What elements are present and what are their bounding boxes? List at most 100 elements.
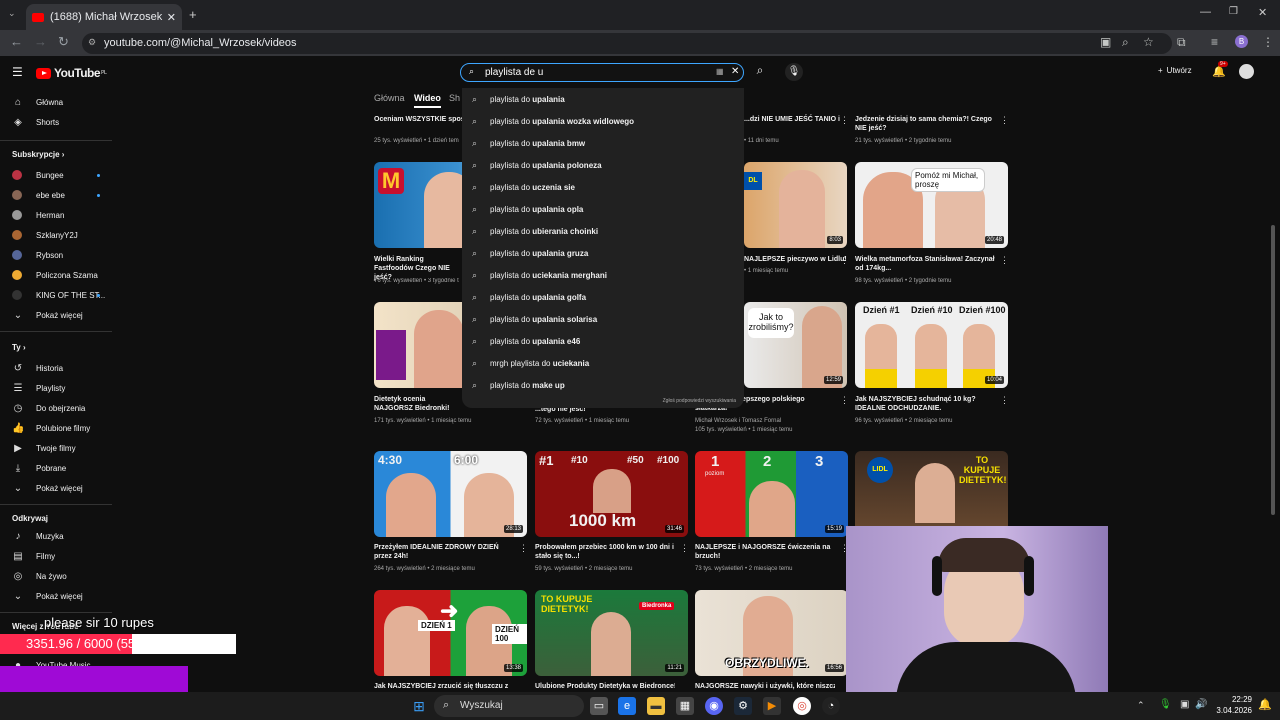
sidebar-item-shorts[interactable]: ◈ Shorts xyxy=(12,115,59,129)
browser-tab[interactable]: (1688) Michał Wrzosek - YouTu ✕ xyxy=(26,4,182,30)
task-view-icon[interactable]: ▭ xyxy=(590,697,608,715)
search-suggestion[interactable]: ⌕ playlista do upalania opla xyxy=(472,202,583,216)
page-scrollbar[interactable] xyxy=(1271,225,1275,515)
chrome-icon[interactable]: ◎ xyxy=(793,697,811,715)
network-icon[interactable]: ▣ xyxy=(1180,699,1189,710)
search-input[interactable]: ⌕ playlista de u ▦ ✕ xyxy=(460,63,744,82)
you-header[interactable]: Ty › xyxy=(12,343,26,352)
obs-icon[interactable]: ◔ xyxy=(822,697,840,715)
sidebar-sub-king[interactable]: KING OF THE ST... xyxy=(12,288,105,302)
more-actions-icon[interactable]: ⋮ xyxy=(1000,255,1009,266)
search-suggestion[interactable]: ⌕ playlista do upalania xyxy=(472,92,565,106)
more-actions-icon[interactable]: ⋮ xyxy=(840,115,849,126)
tab-shorts[interactable]: Sh xyxy=(449,93,460,103)
subscriptions-header[interactable]: Subskrypcje › xyxy=(12,150,64,159)
video-title[interactable]: Dietetyk ocenia NAJGORSZ Biedronki! xyxy=(374,395,460,413)
sidebar-show-more-you[interactable]: ⌄ Pokaż więcej xyxy=(12,481,83,495)
sidebar-item-movies[interactable]: ▤ Filmy xyxy=(12,549,55,563)
media-app-icon[interactable]: ▶ xyxy=(763,697,781,715)
video-title[interactable]: NAJGORSZE nawyki i używki, które niszczą xyxy=(695,682,835,691)
sidebar-item-home[interactable]: ⌂ Główna xyxy=(12,95,63,109)
search-suggestion[interactable]: ⌕ playlista do upalania wozka widlowego xyxy=(472,114,634,128)
site-info-icon[interactable]: ⚙ xyxy=(88,37,96,48)
voice-search-icon[interactable]: 🎙 xyxy=(785,63,803,81)
notification-center-icon[interactable]: 🔔 xyxy=(1258,698,1272,711)
video-thumbnail[interactable]: OBRZYDLIWE. 16:56 xyxy=(695,590,848,676)
profile-avatar[interactable]: B xyxy=(1235,35,1248,48)
sidebar-item-liked[interactable]: 👍 Polubione filmy xyxy=(12,421,90,435)
search-suggestion[interactable]: ⌕ playlista do upalania bmw xyxy=(472,136,585,150)
sidebar-sub-policzona[interactable]: Policzona Szama xyxy=(12,268,98,282)
keyboard-icon[interactable]: ▦ xyxy=(716,67,724,76)
clear-search-icon[interactable]: ✕ xyxy=(731,66,739,77)
sidebar-item-history[interactable]: ↺ Historia xyxy=(12,361,63,375)
video-title[interactable]: Ulubione Produkty Dietetyka w Biedronce! xyxy=(535,682,675,691)
sidebar-sub-rybson[interactable]: Rybson xyxy=(12,248,63,262)
install-icon[interactable]: ▣ xyxy=(1100,35,1111,49)
video-thumbnail[interactable]: 4:30 6:00 28:13 xyxy=(374,451,527,537)
sidebar-sub-bungee[interactable]: Bungee xyxy=(12,168,64,182)
sidebar-item-playlists[interactable]: ☰ Playlisty xyxy=(12,381,66,395)
search-suggestion[interactable]: ⌕ playlista do upalania gruza xyxy=(472,246,588,260)
video-title[interactable]: Probowałem przebiec 1000 km w 100 dni i … xyxy=(535,543,675,561)
menu-icon[interactable]: ⋮ xyxy=(1262,35,1274,49)
video-title[interactable]: Wielka metamorfoza Stanisława! Zaczynał … xyxy=(855,255,995,273)
taskbar-clock[interactable]: 22:29 3.04.2026 xyxy=(1212,694,1252,716)
microphone-icon[interactable]: 🎙 xyxy=(1159,699,1172,710)
sidebar-item-downloads[interactable]: ⤓ Pobrane xyxy=(12,461,66,475)
sidebar-sub-herman[interactable]: Herman xyxy=(12,208,64,222)
more-actions-icon[interactable]: ⋮ xyxy=(1000,115,1009,126)
search-button[interactable]: ⌕ xyxy=(746,63,774,82)
search-suggestion[interactable]: ⌕ playlista do uciekania merghani xyxy=(472,268,607,282)
file-explorer-icon[interactable]: ▬ xyxy=(647,697,665,715)
tab-videos[interactable]: Wideo xyxy=(414,93,441,108)
sidebar-item-live[interactable]: ◎ Na żywo xyxy=(12,569,67,583)
video-thumbnail[interactable]: LIDL TO KUPUJE DIETETYK! xyxy=(855,451,1008,537)
extensions-icon[interactable]: ⧉ xyxy=(1177,35,1186,50)
tab-search-icon[interactable]: ⌄ xyxy=(8,8,16,19)
search-suggestion[interactable]: ⌕ playlista do upalania poloneza xyxy=(472,158,602,172)
video-thumbnail[interactable]: 1 2 3 poziom 15:19 xyxy=(695,451,848,537)
sidebar-show-more-explore[interactable]: ⌄ Pokaż więcej xyxy=(12,589,83,603)
video-thumbnail[interactable]: Dzień #1 Dzień #10 Dzień #100 10:04 xyxy=(855,302,1008,388)
volume-icon[interactable]: 🔊 xyxy=(1195,699,1207,710)
bookmark-star-icon[interactable]: ☆ xyxy=(1143,35,1154,49)
search-suggestion[interactable]: ⌕ playlista do upalania solarisa xyxy=(472,312,597,326)
more-actions-icon[interactable]: ⋮ xyxy=(519,543,528,554)
sidebar-item-watch-later[interactable]: ◷ Do obejrzenia xyxy=(12,401,86,415)
maximize-icon[interactable]: ❐ xyxy=(1229,6,1238,17)
reload-icon[interactable]: ↻ xyxy=(58,34,69,50)
search-suggestion[interactable]: ⌕ playlista do ubierania choinki xyxy=(472,224,598,238)
more-actions-icon[interactable]: ⋮ xyxy=(1000,395,1009,406)
sidebar-sub-szklany[interactable]: SzklanyY2J xyxy=(12,228,78,242)
video-title[interactable]: NAJLEPSZE i NAJGORSZE ćwiczenia na brzuc… xyxy=(695,543,835,561)
video-title[interactable]: Jak NAJSZYBCIEJ zrzucić się tłuszczu z xyxy=(374,682,514,691)
youtube-logo[interactable]: YouTube PL xyxy=(36,66,107,80)
video-thumbnail[interactable]: TO KUPUJE DIETETYK! Biedronka 11:21 xyxy=(535,590,688,676)
video-thumbnail[interactable]: DL 8:03 xyxy=(744,162,847,248)
back-icon[interactable]: ← xyxy=(10,34,23,49)
tab-home[interactable]: Główna xyxy=(374,93,405,103)
search-suggestion[interactable]: ⌕ playlista do upalania e46 xyxy=(472,334,580,348)
video-thumbnail[interactable]: #1 #10 #50 #100 1000 km 31:46 xyxy=(535,451,688,537)
url-field[interactable]: ⚙ youtube.com/@Michal_Wrzosek/videos xyxy=(82,33,1172,54)
new-tab-icon[interactable]: + xyxy=(189,7,197,22)
search-suggestion[interactable]: ⌕ mrgh playlista do uciekania xyxy=(472,356,589,370)
video-title[interactable]: Jak NAJSZYBCIEJ schudnąć 10 kg? IDEALNE … xyxy=(855,395,995,413)
video-title[interactable]: Przeżyłem IDEALNIE ZDROWY DZIEŃ przez 24… xyxy=(374,543,514,561)
create-button[interactable]: + Utwórz xyxy=(1158,66,1192,75)
video-title[interactable]: Jedzenie dzisiaj to sama chemia?! Czego … xyxy=(855,115,995,133)
window-close-icon[interactable]: ✕ xyxy=(1258,6,1267,19)
search-suggestion[interactable]: ⌕ playlista do upalania golfa xyxy=(472,290,586,304)
account-avatar[interactable] xyxy=(1239,64,1254,79)
media-icon[interactable]: ≡ xyxy=(1211,35,1218,49)
more-actions-icon[interactable]: ⋮ xyxy=(840,255,849,266)
report-suggestions-link[interactable]: Zgłoś podpowiedzi wyszukiwania xyxy=(663,398,736,404)
sidebar-sub-ebe[interactable]: ebe ebe xyxy=(12,188,65,202)
sidebar-item-music[interactable]: ♪ Muzyka xyxy=(12,529,64,543)
tray-chevron-icon[interactable]: ⌃ xyxy=(1137,700,1145,711)
more-actions-icon[interactable]: ⋮ xyxy=(680,543,689,554)
taskbar-search[interactable]: ⌕ Wyszukaj xyxy=(434,695,584,717)
forward-icon[interactable]: → xyxy=(34,34,47,49)
video-thumbnail[interactable]: Jak to zrobiliśmy? 12:59 xyxy=(744,302,847,388)
